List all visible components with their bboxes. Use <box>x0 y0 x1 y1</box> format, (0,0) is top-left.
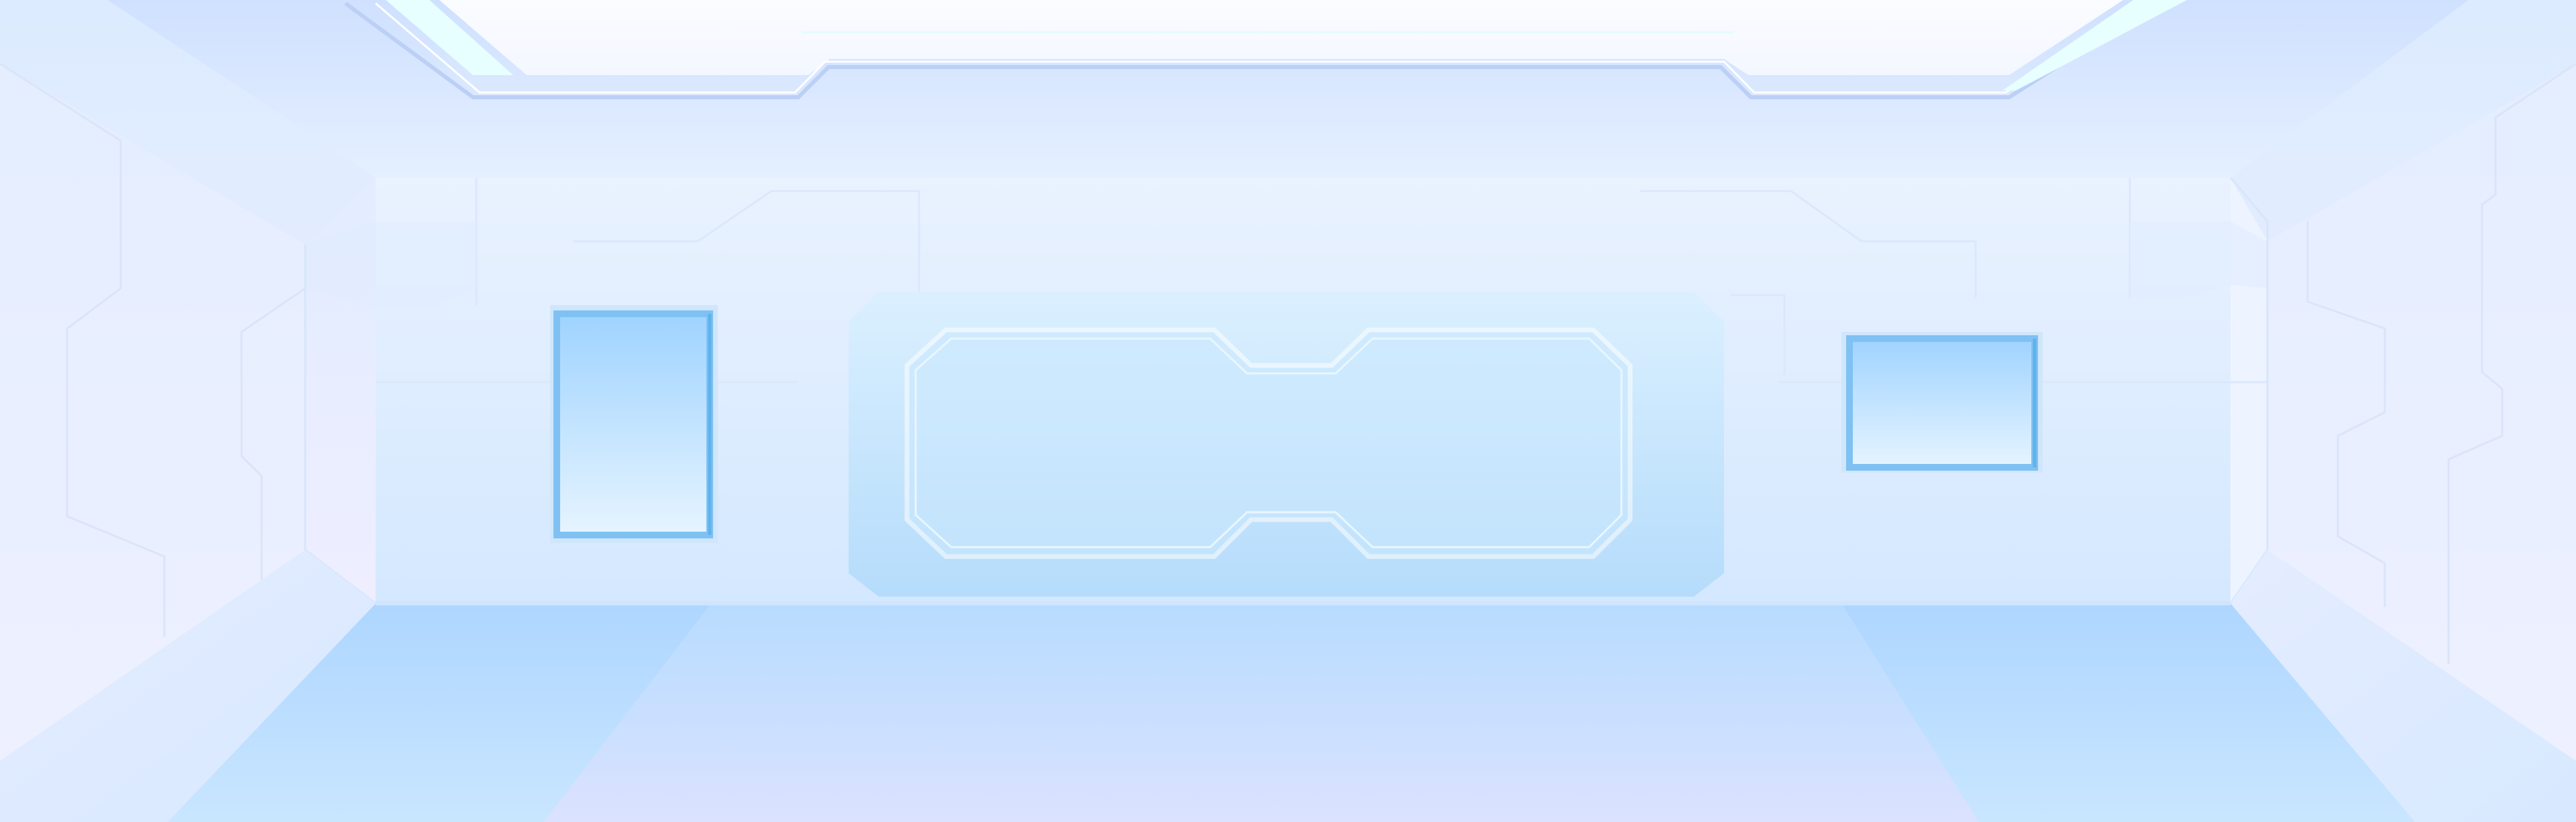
corridor-illustration <box>0 0 2576 822</box>
scene-canvas <box>0 0 2576 822</box>
right-window <box>1846 335 2038 471</box>
left-window <box>553 310 713 538</box>
